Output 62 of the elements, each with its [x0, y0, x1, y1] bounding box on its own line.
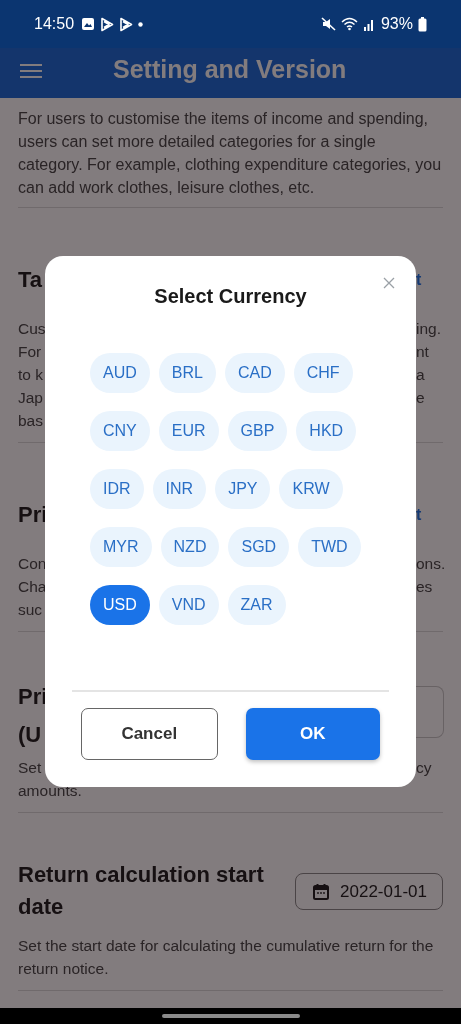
currency-chip[interactable]: TWD [298, 527, 361, 567]
cancel-button[interactable]: Cancel [81, 708, 218, 760]
action-link[interactable]: t [416, 499, 422, 531]
description-fragment: amounts. [18, 781, 82, 801]
menu-icon[interactable] [20, 63, 42, 79]
dot-icon [138, 21, 144, 27]
description-fragment: e [416, 388, 425, 408]
calendar-icon [312, 882, 331, 901]
currency-chip[interactable]: SGD [228, 527, 290, 567]
ok-button[interactable]: OK [245, 708, 380, 760]
description-fragment: ing. [416, 319, 441, 339]
battery-level: 93% [380, 15, 413, 33]
mute-icon [320, 17, 336, 31]
currency-chip[interactable]: VND [158, 585, 219, 625]
section-title: Ta [18, 266, 43, 294]
wifi-icon [340, 17, 358, 31]
currency-chip[interactable]: BRL [158, 353, 216, 393]
description-fragment: For [18, 342, 42, 362]
play-icon [100, 16, 115, 32]
currency-chip[interactable]: CAD [224, 353, 285, 393]
action-link[interactable]: t [416, 264, 422, 296]
page-title: Setting and Version [113, 54, 347, 84]
description-fragment: Cus [18, 319, 46, 339]
signal-icon [362, 17, 375, 31]
currency-chip[interactable]: MYR [90, 527, 152, 567]
description-fragment: Jap [18, 388, 43, 408]
currency-chip[interactable]: JPY [215, 469, 271, 509]
description-fragment: es [416, 577, 433, 597]
currency-chip[interactable]: HKD [296, 411, 357, 451]
description-fragment: Cha [18, 577, 47, 597]
description-fragment: nt [416, 342, 429, 362]
play-icon [119, 16, 134, 32]
description-fragment: bas [18, 411, 43, 431]
currency-chip[interactable]: ZAR [227, 585, 286, 625]
image-icon [81, 17, 96, 31]
home-handle[interactable] [161, 1014, 300, 1018]
description-fragment: to k [18, 365, 43, 385]
status-time: 14:50 [34, 15, 75, 33]
currency-chip[interactable]: GBP [227, 411, 288, 451]
currency-chip[interactable]: INR [152, 469, 207, 509]
currency-chip[interactable]: CNY [90, 411, 150, 451]
section-description: For users to customise the items of income and spending, users can set more detailed categories for a single category. For example, clothing expenditure categories, you can add work clothes, leisure clothes, etc. [18, 109, 443, 198]
section-title: (U [18, 721, 43, 749]
currency-chip[interactable]: NZD [160, 527, 220, 567]
section-title: Return calculation start date [18, 861, 265, 921]
dialog-title: Select Currency [153, 284, 308, 308]
close-icon[interactable] [383, 277, 395, 289]
currency-chip[interactable]: AUD [90, 353, 150, 393]
description-fragment: ons. [416, 554, 446, 574]
currency-chip[interactable]: EUR [158, 411, 219, 451]
section-description: Set the start date for calculating the cumulative return for the return notice. [18, 936, 435, 979]
description-fragment: Set [18, 758, 42, 778]
description-fragment: cy [416, 758, 432, 778]
description-fragment: suc [18, 600, 43, 620]
currency-chip[interactable]: KRW [279, 469, 343, 509]
battery-icon [418, 16, 427, 32]
date-button[interactable]: 2022-01-01 [295, 873, 443, 910]
description-fragment: Con [18, 554, 47, 574]
description-fragment: a [416, 365, 425, 385]
currency-chip[interactable]: IDR [90, 469, 144, 509]
currency-chip[interactable]: CHF [293, 353, 353, 393]
currency-chip[interactable]: USD [90, 585, 150, 625]
